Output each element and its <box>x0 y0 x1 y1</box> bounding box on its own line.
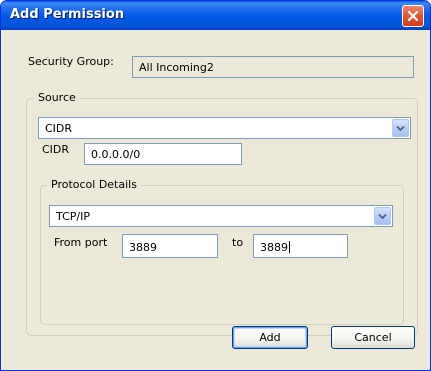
source-type-select[interactable]: CIDR <box>38 117 411 139</box>
add-button[interactable]: Add <box>232 326 308 349</box>
from-port-input[interactable]: 3889 <box>122 234 218 258</box>
source-type-value: CIDR <box>45 122 73 135</box>
chevron-down-icon <box>396 125 405 131</box>
to-port-input[interactable]: 3889 <box>253 234 348 258</box>
from-port-label: From port <box>54 236 108 249</box>
security-group-label: Security Group: <box>28 55 114 68</box>
source-type-dropdown-button[interactable] <box>392 119 409 137</box>
close-button[interactable] <box>402 5 424 27</box>
text-caret <box>289 241 290 253</box>
protocol-select[interactable]: TCP/IP <box>49 205 393 227</box>
protocol-value: TCP/IP <box>56 210 90 223</box>
security-group-field: All Incoming2 <box>132 56 414 78</box>
to-port-value: 3889 <box>260 241 288 254</box>
add-permission-dialog: Add Permission Security Group: All Incom… <box>0 0 431 371</box>
cidr-label: CIDR <box>42 143 70 156</box>
protocol-dropdown-button[interactable] <box>374 207 391 225</box>
chevron-down-icon <box>378 213 387 219</box>
to-port-label: to <box>232 236 244 249</box>
close-icon <box>407 10 419 22</box>
cidr-input[interactable]: 0.0.0.0/0 <box>84 143 242 165</box>
dialog-body: Security Group: All Incoming2 Source CID… <box>4 30 427 369</box>
source-group-title: Source <box>34 91 80 104</box>
window-title: Add Permission <box>10 7 125 22</box>
title-bar[interactable]: Add Permission <box>1 1 430 30</box>
cancel-button[interactable]: Cancel <box>331 326 415 349</box>
protocol-details-group-title: Protocol Details <box>47 178 141 191</box>
